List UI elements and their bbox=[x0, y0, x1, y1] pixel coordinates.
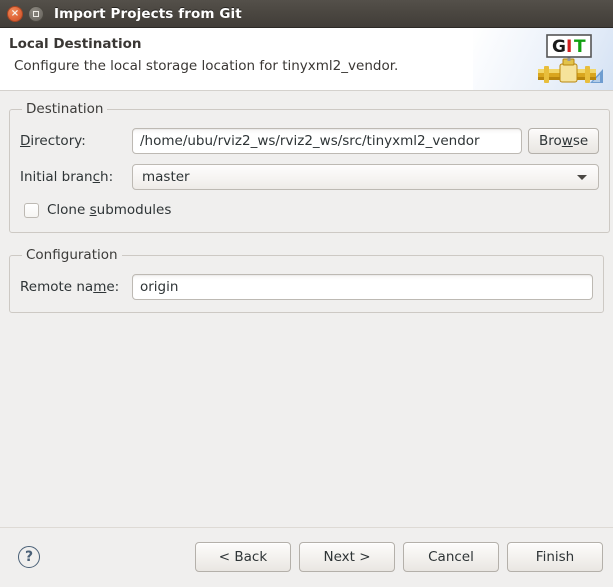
configuration-group-legend: Configuration bbox=[22, 247, 122, 263]
dialog-button-bar: < Back Next > Cancel Finish bbox=[195, 542, 603, 572]
clone-label-pre: Clone bbox=[47, 202, 90, 218]
remote-name-input[interactable] bbox=[132, 274, 593, 300]
directory-label-post: irectory: bbox=[30, 133, 85, 149]
svg-text:G: G bbox=[552, 37, 566, 57]
configuration-group: Configuration Remote name: bbox=[9, 247, 604, 313]
branch-label-post: h: bbox=[100, 169, 113, 185]
directory-row: Directory: Browse bbox=[20, 127, 599, 155]
destination-group-legend: Destination bbox=[22, 101, 107, 117]
clone-label-mnemonic: s bbox=[90, 202, 97, 218]
directory-label: Directory: bbox=[20, 133, 132, 149]
initial-branch-value: master bbox=[133, 169, 190, 185]
svg-text:I: I bbox=[566, 37, 572, 57]
browse-button[interactable]: Browse bbox=[528, 128, 599, 154]
destination-group: Destination Directory: Browse Initial br… bbox=[9, 101, 610, 233]
window-title: Import Projects from Git bbox=[54, 6, 242, 22]
initial-branch-row: Initial branch: master bbox=[20, 163, 599, 191]
window-controls: × bbox=[0, 6, 44, 22]
page-title: Local Destination bbox=[9, 36, 141, 52]
remote-label-mnemonic: m bbox=[93, 279, 106, 295]
remote-label-pre: Remote na bbox=[20, 279, 93, 295]
clone-label-post: ubmodules bbox=[97, 202, 172, 218]
svg-text:T: T bbox=[574, 37, 586, 57]
browse-label-post: se bbox=[573, 133, 588, 149]
maximize-button[interactable] bbox=[28, 6, 44, 22]
remote-name-label: Remote name: bbox=[20, 279, 132, 295]
clone-submodules-row[interactable]: Clone submodules bbox=[24, 199, 599, 221]
cancel-button[interactable]: Cancel bbox=[403, 542, 499, 572]
next-button[interactable]: Next > bbox=[299, 542, 395, 572]
browse-label-mnemonic: w bbox=[562, 133, 573, 149]
dialog-footer: ? < Back Next > Cancel Finish bbox=[0, 527, 613, 586]
directory-input[interactable] bbox=[132, 128, 522, 154]
browse-label-pre: Bro bbox=[539, 133, 562, 149]
page-description: Configure the local storage location for… bbox=[14, 58, 398, 74]
maximize-icon bbox=[33, 11, 39, 17]
close-button[interactable]: × bbox=[7, 6, 23, 22]
window-titlebar: × Import Projects from Git bbox=[0, 0, 613, 28]
help-icon[interactable]: ? bbox=[18, 546, 40, 568]
branch-label-mnemonic: c bbox=[93, 169, 100, 185]
initial-branch-combo[interactable]: master bbox=[132, 164, 599, 190]
git-logo-icon: G I T bbox=[534, 33, 604, 89]
finish-button[interactable]: Finish bbox=[507, 542, 603, 572]
remote-label-post: e: bbox=[106, 279, 119, 295]
wizard-content: Destination Directory: Browse Initial br… bbox=[0, 91, 613, 527]
clone-submodules-checkbox[interactable] bbox=[24, 203, 39, 218]
remote-name-row: Remote name: bbox=[20, 273, 593, 301]
back-button[interactable]: < Back bbox=[195, 542, 291, 572]
clone-submodules-label: Clone submodules bbox=[47, 202, 171, 218]
branch-label-pre: Initial bran bbox=[20, 169, 93, 185]
initial-branch-label: Initial branch: bbox=[20, 169, 132, 185]
directory-label-mnemonic: D bbox=[20, 133, 30, 149]
wizard-header: Local Destination Configure the local st… bbox=[0, 28, 613, 91]
chevron-down-icon bbox=[577, 175, 587, 180]
